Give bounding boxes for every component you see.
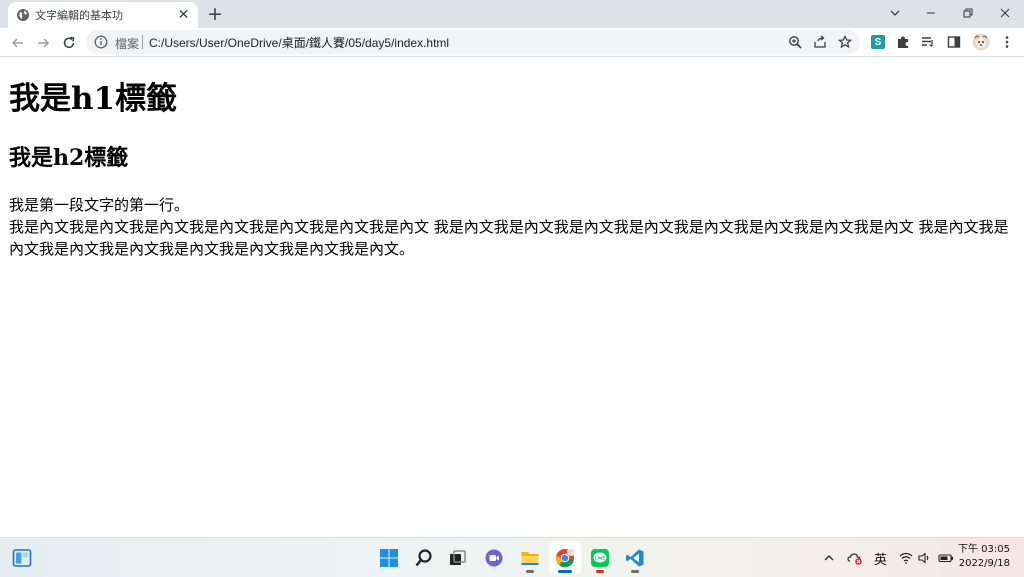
- battery-icon[interactable]: [938, 550, 954, 566]
- bookmark-star-icon[interactable]: [837, 34, 853, 50]
- puzzle-icon[interactable]: [895, 34, 911, 50]
- address-separator: [142, 35, 143, 49]
- line-indicator: [596, 570, 604, 573]
- browser-tab[interactable]: 文字編輯的基本功 ✕: [8, 2, 198, 28]
- input-language-indicator[interactable]: 英: [874, 550, 887, 568]
- close-window-button[interactable]: [987, 0, 1023, 26]
- clock-time: 下午 03:05: [958, 544, 1010, 555]
- restore-button[interactable]: [950, 0, 986, 26]
- reload-button[interactable]: [59, 33, 79, 53]
- reading-list-icon[interactable]: [920, 34, 936, 50]
- search-icon[interactable]: [413, 547, 435, 569]
- address-prefix: 檔案: [115, 37, 140, 51]
- task-view-icon[interactable]: [447, 547, 469, 569]
- clock-date: 2022/9/18: [958, 558, 1010, 569]
- onedrive-error-icon[interactable]: [847, 550, 863, 566]
- web-page: 我是h1標籤 我是h2標籤 我是第一段文字的第一行。 我是內文我是內文我是內文我…: [0, 57, 1024, 537]
- chrome-indicator: [558, 570, 572, 573]
- new-tab-button[interactable]: +: [205, 4, 225, 24]
- tab-search-icon[interactable]: [877, 0, 913, 26]
- volume-icon[interactable]: [918, 550, 932, 566]
- widgets-icon[interactable]: [11, 547, 33, 569]
- s-extension-icon[interactable]: S: [870, 34, 886, 50]
- paragraph-line-2: 我是內文我是內文我是內文我是內文我是內文我是內文我是內文 我是內文我是內文我是內…: [9, 218, 1009, 258]
- tab-strip: 文字編輯的基本功 ✕ +: [0, 0, 1024, 28]
- zoom-icon[interactable]: [787, 34, 803, 50]
- side-panel-icon[interactable]: [946, 34, 962, 50]
- forward-button[interactable]: [33, 33, 53, 53]
- page-heading-h2: 我是h2標籤: [9, 145, 129, 171]
- browser-toolbar: 檔案 C:/Users/User/OneDrive/桌面/鐵人賽/05/day5…: [0, 28, 1024, 57]
- minimize-button[interactable]: [913, 0, 949, 26]
- site-info-icon[interactable]: [94, 35, 108, 49]
- file-explorer-icon[interactable]: [519, 547, 541, 569]
- taskbar: LINE 英 下午 03:05 2022/9/18: [0, 537, 1024, 577]
- page-heading-h1: 我是h1標籤: [9, 81, 178, 117]
- globe-icon: [17, 9, 29, 21]
- vscode-icon[interactable]: [624, 547, 646, 569]
- tab-close-icon[interactable]: ✕: [175, 6, 192, 23]
- chrome-icon[interactable]: [554, 547, 576, 569]
- svg-text:LINE: LINE: [595, 556, 605, 561]
- back-button[interactable]: [8, 33, 28, 53]
- tray-overflow-chevron-icon[interactable]: [823, 550, 835, 566]
- vscode-indicator: [631, 570, 639, 573]
- line-icon[interactable]: LINE: [589, 547, 611, 569]
- address-bar[interactable]: 檔案 C:/Users/User/OneDrive/桌面/鐵人賽/05/day5…: [86, 30, 860, 54]
- paragraph: 我是第一段文字的第一行。 我是內文我是內文我是內文我是內文我是內文我是內文我是內…: [9, 194, 1009, 260]
- share-icon[interactable]: [812, 34, 828, 50]
- address-url[interactable]: C:/Users/User/OneDrive/桌面/鐵人賽/05/day5/in…: [149, 34, 449, 51]
- taskbar-clock[interactable]: 下午 03:05 2022/9/18: [958, 543, 1010, 571]
- menu-kebab-icon[interactable]: [999, 34, 1015, 50]
- wifi-icon[interactable]: [899, 550, 913, 566]
- paragraph-line-1: 我是第一段文字的第一行。: [9, 196, 190, 214]
- tab-title: 文字編輯的基本功: [35, 9, 123, 22]
- chat-icon[interactable]: [483, 547, 505, 569]
- start-icon[interactable]: [378, 547, 400, 569]
- file-explorer-indicator: [526, 570, 534, 573]
- profile-avatar[interactable]: [972, 33, 990, 51]
